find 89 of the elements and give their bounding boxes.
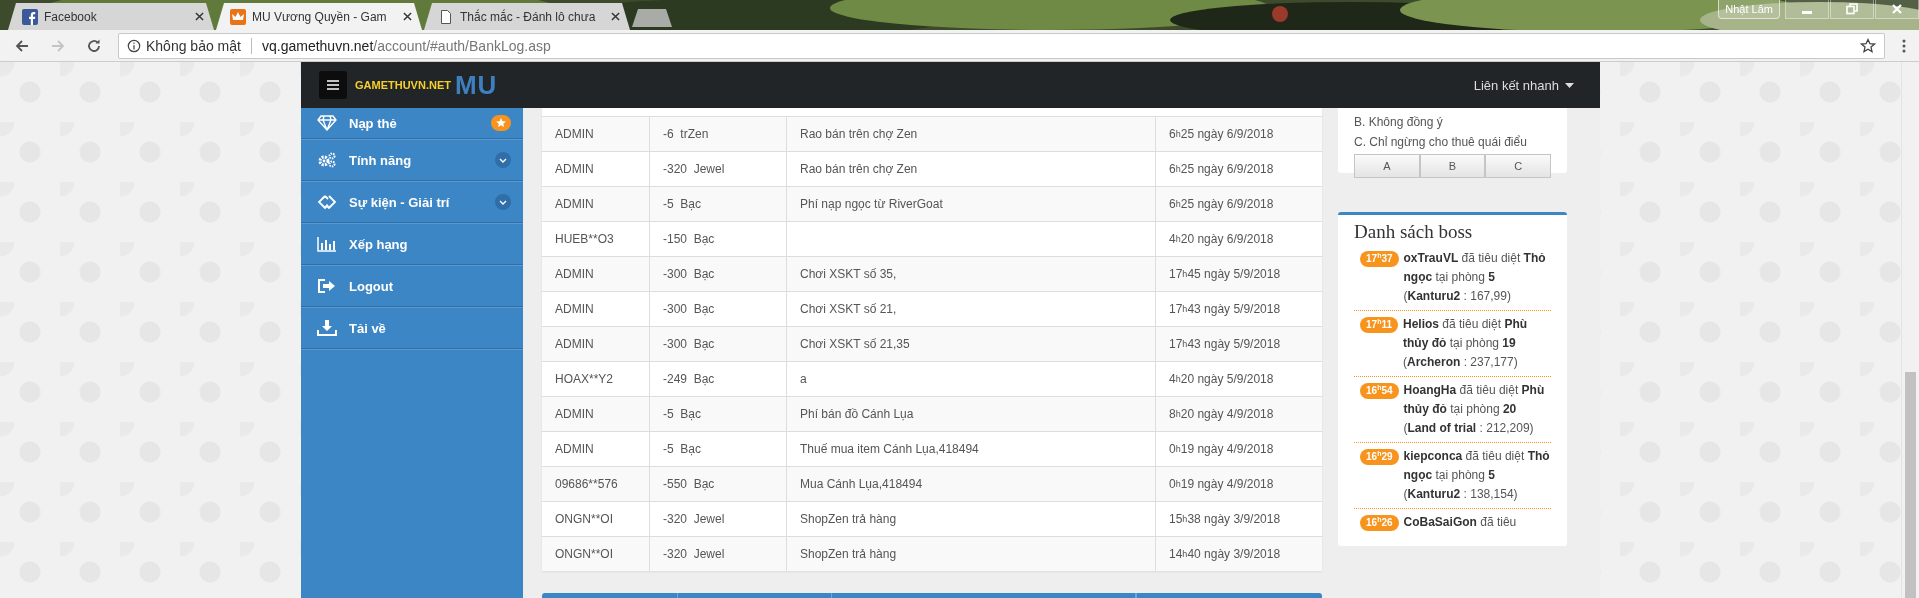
- table-cell: ShopZen trả hàng: [786, 537, 1155, 571]
- table-cell-text: HUEB**O3: [554, 231, 615, 248]
- table-cell-text: ADMIN: [554, 301, 595, 318]
- time-badge: 17$^{h}$11: [1360, 317, 1398, 333]
- browser-tab[interactable]: MU Vương Quyền - Gam: [216, 3, 422, 30]
- table-cell: -550 Bạc: [649, 467, 786, 501]
- menu-icon: [327, 80, 339, 90]
- info-icon: [127, 38, 141, 53]
- caret-icon: [1565, 82, 1574, 88]
- menu-button[interactable]: [319, 71, 347, 99]
- poll-option: C. Chỉ ngừng cho thuê quái điểu: [1354, 132, 1551, 152]
- table-cell-text: ADMIN: [554, 336, 595, 353]
- table-cell: -320 Jewel: [649, 537, 786, 571]
- table-cell-text: ONGN**OI: [554, 511, 614, 528]
- bar-chart-icon: [317, 236, 337, 252]
- table-cell: Chơi XSKT số 35,: [786, 257, 1155, 291]
- vote-button[interactable]: B: [1419, 154, 1486, 178]
- quick-links-dropdown[interactable]: Liên kết nhanh: [1473, 77, 1574, 93]
- browser-tab[interactable]: Thắc mắc - Đánh lô chưa: [424, 3, 630, 30]
- linked-diamonds-icon: [317, 194, 337, 210]
- boss-kill-entry: HoangHa đã tiêu diệt Phù thủy đỏ tại phòng 20 (Land of trial : 212,209): [1403, 382, 1546, 437]
- diamond-icon: [317, 115, 337, 131]
- gears-icon: [317, 152, 337, 168]
- time-badge: 16$^{h}$26: [1360, 515, 1399, 531]
- sidebar-item[interactable]: Logout: [301, 266, 523, 307]
- table-cell: Phí bán đồ Cánh Lụa: [786, 397, 1155, 431]
- sidebar-item[interactable]: Tính năng: [301, 140, 523, 181]
- vote-button[interactable]: C: [1485, 154, 1551, 178]
- logo-text: GAMETHUVN.NET: [355, 79, 451, 91]
- vote-button[interactable]: A: [1354, 154, 1420, 178]
- close-icon: [1891, 3, 1903, 15]
- tab-title: Thắc mắc - Đánh lô chưa: [460, 9, 597, 24]
- document-icon: [438, 8, 454, 25]
- table-cell-text: ADMIN: [554, 441, 595, 458]
- table-cell-text: ADMIN: [554, 196, 595, 213]
- back-arrow-icon[interactable]: [14, 37, 30, 54]
- table-cell: Rao bán trên chợ Zen: [786, 117, 1155, 151]
- table-cell-text: HOAX**Y2: [554, 371, 615, 388]
- minimize-icon: [1802, 10, 1812, 14]
- boss-kill-entry: oxTrauVL đã tiêu diệt Thỏ ngọc tại phòng 5 (Kanturu2 : 167,99): [1403, 250, 1547, 305]
- table-cell: -5 Bạc: [649, 397, 786, 431]
- security-label: Không bảo mật: [146, 37, 252, 54]
- sidebar-item[interactable]: Sự kiện - Giải trí: [301, 182, 523, 223]
- close-icon[interactable]: [611, 12, 620, 21]
- close-button[interactable]: [1875, 0, 1919, 19]
- time-badge: 17$^{h}$37: [1360, 251, 1399, 267]
- boss-kill-entry: CoBaSaiGon đã tiêu: [1403, 514, 1518, 531]
- table-cell: Phí nạp ngọc từ RiverGoat: [786, 187, 1155, 221]
- f-logo-icon: [22, 8, 38, 25]
- poll-option: B. Không đồng ý: [1354, 112, 1551, 132]
- crown-icon: [230, 8, 246, 25]
- logout-icon: [317, 278, 337, 294]
- close-icon[interactable]: [195, 12, 204, 21]
- table-cell: -5 Bạc: [649, 187, 786, 221]
- sidebar-item[interactable]: Nạp thẻ: [301, 108, 523, 139]
- tab-title: Facebook: [44, 9, 98, 24]
- bookmark-star-icon[interactable]: [1860, 37, 1876, 54]
- url-text: vq.gamethuvn.net/account/#auth/BankLog.asp: [261, 37, 552, 54]
- card-title: Danh sách boss: [1354, 221, 1474, 243]
- table-cell-text: 09686**576: [554, 476, 619, 493]
- scrollbar[interactable]: [1901, 62, 1919, 598]
- logo-mark: MU: [454, 70, 498, 100]
- table-cell: Mua Cánh Lụa,418494: [786, 467, 1155, 501]
- boss-kill-entry: Helios đã tiêu diệt Phù thủy đỏ tại phòng 19 (Archeron : 237,177): [1403, 316, 1529, 371]
- download-icon: [317, 320, 337, 336]
- reload-icon[interactable]: [86, 37, 102, 54]
- sidebar-item[interactable]: Tải về: [301, 308, 523, 349]
- restore-button[interactable]: [1830, 0, 1874, 19]
- table-cell: -300 Bạc: [649, 327, 786, 361]
- table-cell-text: ADMIN: [554, 126, 595, 143]
- minimize-button[interactable]: [1785, 0, 1829, 19]
- tab-title: MU Vương Quyền - Gam: [252, 9, 388, 24]
- time-badge: 16$^{h}$29: [1360, 449, 1399, 465]
- scrollbar-thumb[interactable]: [1905, 372, 1916, 598]
- restore-icon: [1846, 3, 1858, 15]
- browser-tab[interactable]: Facebook: [8, 3, 214, 30]
- close-icon[interactable]: [403, 12, 412, 21]
- table-cell: Chơi XSKT số 21,35: [786, 327, 1155, 361]
- table-cell: -300 Bạc: [649, 257, 786, 291]
- table-cell-text: ADMIN: [554, 161, 595, 178]
- menu-icon[interactable]: [1901, 37, 1907, 54]
- table-cell-text: ADMIN: [554, 266, 595, 283]
- boss-kill-entry: kiepconca đã tiêu diệt Thỏ ngọc tại phòng 5 (Kanturu2 : 138,154): [1403, 448, 1551, 503]
- table-cell: -6 trZen: [649, 117, 786, 151]
- sidebar-item[interactable]: Xếp hạng: [301, 224, 523, 265]
- address-bar[interactable]: Không bảo mật vq.gamethuvn.net/account/#auth/BankLog.asp: [118, 32, 1885, 59]
- time-badge: 16$^{h}$54: [1360, 383, 1399, 399]
- table-cell-text: ONGN**OI: [554, 546, 614, 563]
- table-cell-text: ADMIN: [554, 406, 595, 423]
